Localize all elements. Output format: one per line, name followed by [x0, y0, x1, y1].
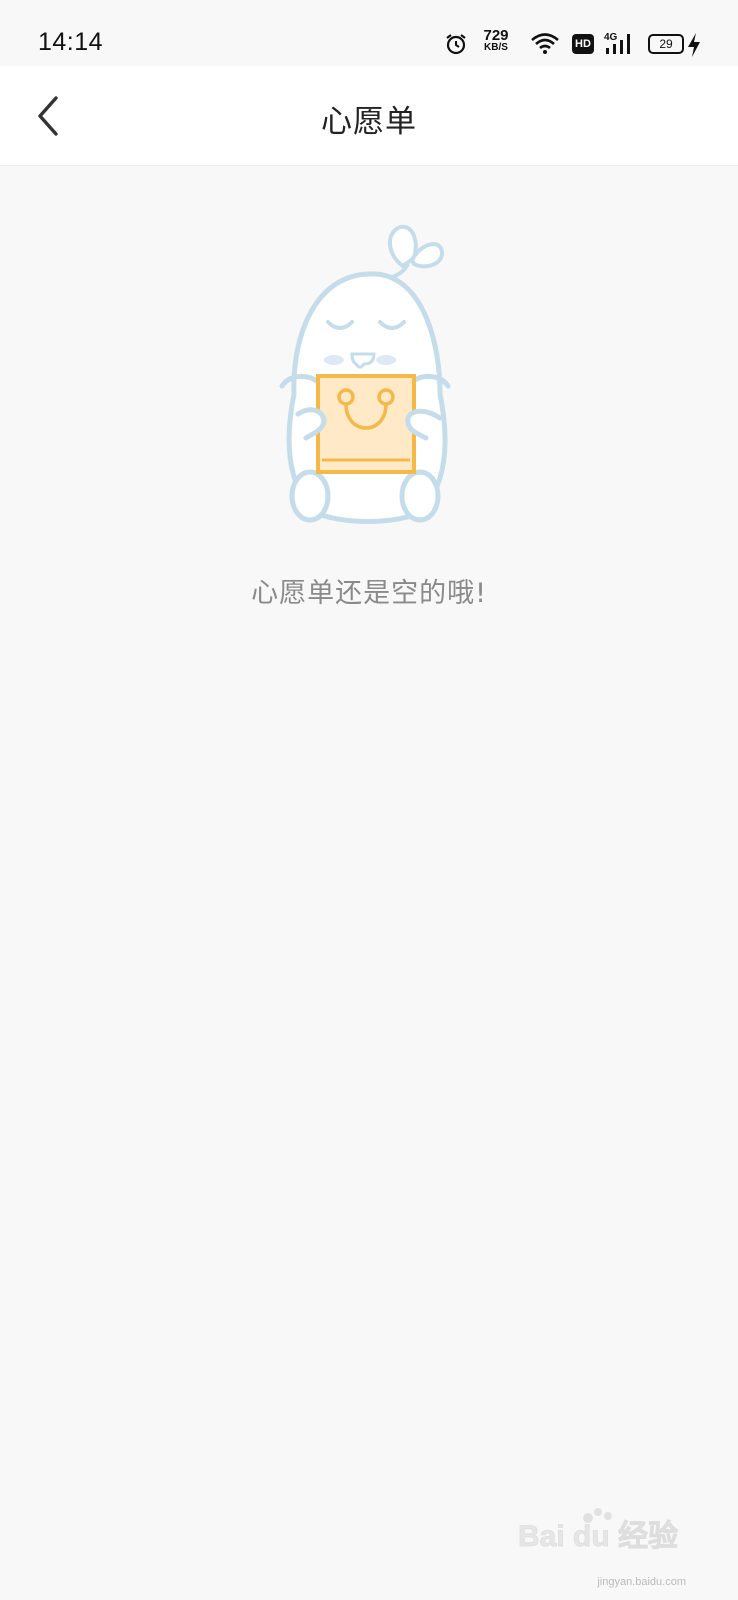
- network-speed-unit: KB/S: [484, 42, 508, 53]
- sprout-icon: [388, 224, 444, 280]
- network-type: 4G: [604, 32, 618, 43]
- empty-state-message: 心愿单还是空的哦!: [251, 578, 487, 609]
- watermark-url: jingyan.baidu.com: [597, 1576, 686, 1588]
- network-speed: 729 KB/S: [478, 28, 514, 53]
- alarm-icon: [446, 34, 466, 55]
- mascot-right-foot: [399, 469, 441, 523]
- baidu-jingyan-watermark: Bai du 经验: [518, 1508, 678, 1553]
- status-time: 14:14: [38, 28, 104, 56]
- navigation-bar: 心愿单: [0, 66, 738, 166]
- hd-badge: HD: [572, 34, 594, 54]
- signal-icon: 4G: [604, 32, 630, 54]
- empty-wishlist-illustration: [279, 224, 451, 524]
- shopping-bag-icon: [316, 374, 416, 474]
- wifi-icon: [531, 33, 559, 54]
- status-icons: 729 KB/S HD 4G 29: [444, 28, 704, 60]
- network-speed-value: 729: [483, 27, 509, 44]
- battery-icon: 29: [648, 34, 684, 54]
- status-bar: 14:14 729 KB/S HD 4G 29: [0, 0, 738, 66]
- mascot-left-foot: [289, 469, 331, 523]
- watermark-brand: Bai du 经验: [518, 1519, 678, 1553]
- page-title: 心愿单: [321, 104, 417, 140]
- charging-icon: [688, 33, 700, 57]
